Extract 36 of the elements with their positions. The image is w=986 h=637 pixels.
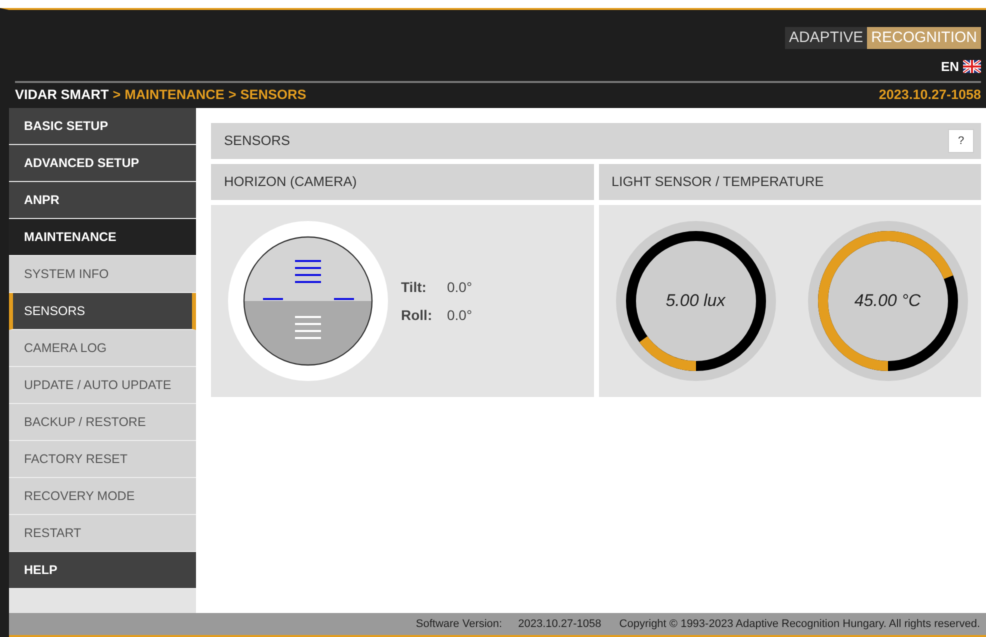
version-text: 2023.10.27-1058	[518, 616, 602, 632]
reading-value: 0.0°	[447, 306, 472, 325]
sidebar-subitem[interactable]: UPDATE / AUTO UPDATE	[9, 367, 196, 404]
sidebar-subitem[interactable]: BACKUP / RESTORE	[9, 404, 196, 441]
sidebar-item[interactable]: ADVANCED SETUP	[9, 145, 196, 182]
breadcrumb-separator: >	[112, 86, 121, 104]
logo-text: RECOGNITION	[867, 27, 981, 49]
sidebar-item[interactable]: HELP	[9, 552, 196, 589]
sidebar-subitem[interactable]: SENSORS	[9, 293, 196, 330]
version-label: Software Version:	[416, 616, 502, 632]
sidebar-item[interactable]: BASIC SETUP	[9, 108, 196, 145]
panel-title: LIGHT SENSOR / TEMPERATURE	[612, 172, 824, 191]
panel-title: HORIZON (CAMERA)	[224, 172, 357, 191]
language-label[interactable]: EN	[940, 57, 959, 76]
flag-icon[interactable]	[963, 60, 981, 74]
sidebar-item[interactable]: MAINTENANCE	[9, 219, 196, 256]
breadcrumb-link[interactable]: SENSORS	[240, 85, 306, 106]
sidebar-subitem[interactable]: FACTORY RESET	[9, 441, 196, 478]
copyright-text: Copyright © 1993-2023 Adaptive Recognition Hungary. All rights reserved.	[619, 616, 980, 632]
reading-label: Tilt:	[401, 278, 428, 297]
sidebar-subitem[interactable]: RESTART	[9, 515, 196, 552]
sidebar-item[interactable]: ANPR	[9, 182, 196, 219]
logo-text: ADAPTIVE	[784, 27, 868, 49]
gauge-reading: 45.00 °C	[854, 290, 921, 312]
sidebar-subitem[interactable]: RECOVERY MODE	[9, 478, 196, 515]
breadcrumb-separator: >	[228, 86, 236, 104]
reading-label: Roll:	[401, 306, 434, 325]
sidebar-subitem[interactable]: CAMERA LOG	[9, 330, 196, 367]
reading-value: 0.0°	[447, 278, 472, 297]
gauge-reading: 5.00 lux	[666, 290, 726, 312]
breadcrumb-link[interactable]: VIDAR SMART	[15, 85, 109, 106]
page-title: SENSORS	[224, 132, 290, 150]
help-button[interactable]: ?	[948, 129, 974, 153]
breadcrumb-link[interactable]: MAINTENANCE	[124, 85, 224, 106]
version-text: 2023.10.27-1058	[878, 86, 981, 104]
sidebar-subitem[interactable]: SYSTEM INFO	[9, 256, 196, 293]
